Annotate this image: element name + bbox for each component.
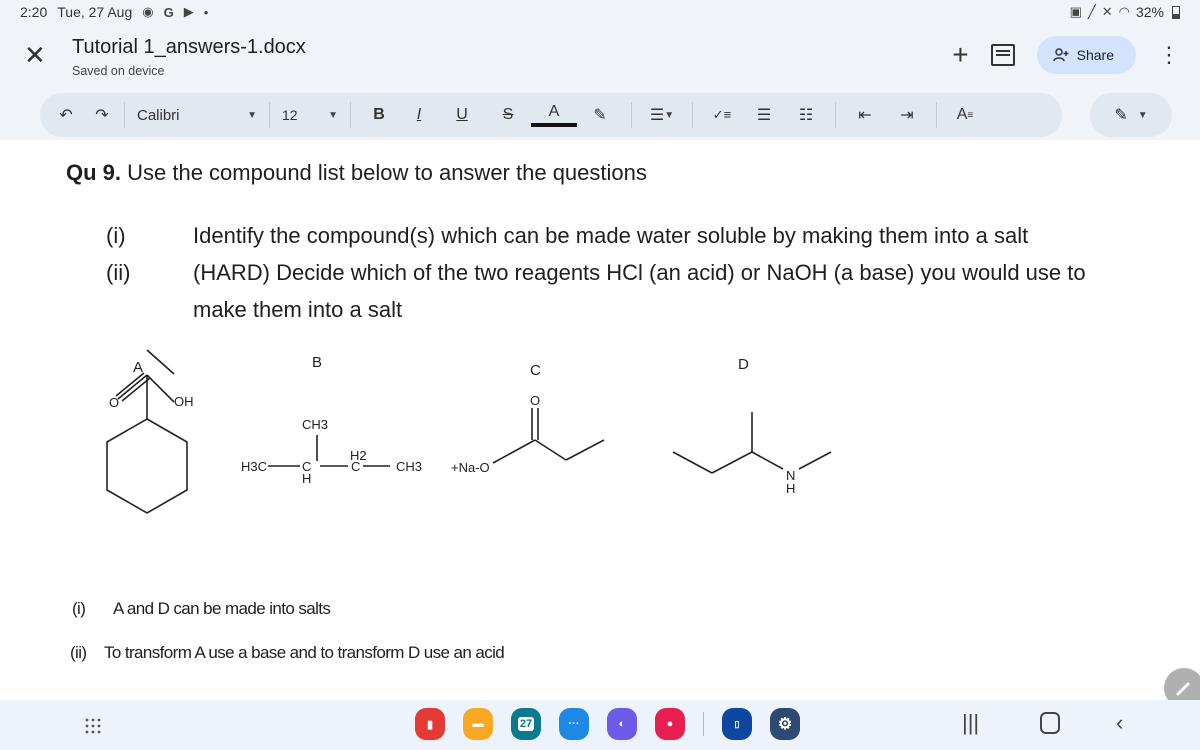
battery-percent: 32% [1135, 4, 1164, 20]
compound-c-structure [492, 408, 605, 464]
divider [631, 102, 632, 128]
navigation-bar: ▮ ▬ 27 ··· ◐ ● ▯ ⚙ ||| ‹ [0, 700, 1200, 750]
increase-indent-icon[interactable]: ⇥ [886, 93, 928, 137]
university-app-icon[interactable]: ▯ [722, 708, 752, 740]
app-bar: ✕ Tutorial 1_answers-1.docx Saved on dev… [0, 26, 1200, 86]
more-options-icon[interactable]: ⋮ [1158, 44, 1180, 66]
settings-app-icon[interactable]: ⚙ [770, 708, 800, 740]
answer-number: (i) [72, 599, 86, 618]
atom-label: H [786, 481, 795, 496]
calendar-app-icon[interactable]: 27 [511, 708, 541, 740]
pencil-icon [1176, 682, 1190, 696]
compound-d-structure [672, 412, 832, 474]
document-page[interactable]: Qu 9. Use the compound list below to ans… [0, 140, 1200, 708]
compound-a-structure [106, 349, 188, 514]
redo-icon[interactable]: ↷ [88, 93, 116, 137]
chevron-down-icon: ▼ [664, 109, 675, 121]
atom-label: +Na-O [451, 460, 490, 475]
atom-label: O [109, 395, 119, 410]
highlight-icon[interactable]: ✎ [577, 93, 623, 137]
atom-label: C [351, 459, 360, 474]
undo-icon[interactable]: ↶ [52, 93, 80, 137]
divider [936, 102, 937, 128]
more-notifications-icon: • [203, 4, 209, 20]
comment-icon[interactable] [990, 44, 1015, 66]
dock-divider [703, 712, 704, 736]
chevron-down-icon: ▼ [1137, 109, 1148, 121]
battery-icon [1172, 5, 1180, 19]
atom-label: H [302, 471, 311, 486]
atom-label: OH [174, 394, 194, 409]
answer-text: A and D can be made into salts [113, 599, 331, 618]
bold-button[interactable]: B [359, 93, 399, 137]
app-drawer-icon[interactable] [84, 717, 102, 740]
text-style-icon: A [956, 106, 968, 123]
share-button[interactable]: Share [1036, 36, 1136, 74]
underline-button[interactable]: U [439, 93, 485, 137]
italic-button[interactable]: I [399, 93, 439, 137]
align-select[interactable]: ☰ ▼ [640, 93, 684, 137]
app-dock: ▮ ▬ 27 ··· ◐ ● ▯ ⚙ [415, 708, 800, 740]
add-person-icon [1052, 48, 1069, 62]
numbered-list-icon[interactable]: ☷ [785, 93, 827, 137]
mute-icon: ✕ [1101, 4, 1113, 19]
formatting-toolbar: ↶ ↷ Calibri ▼ 12 ▼ B I U S A ✎ ☰ ▼ ✓≡ ☰ ☷… [40, 93, 1062, 137]
divider [692, 102, 693, 128]
camera-app-icon[interactable]: ● [655, 708, 685, 740]
files-app-icon[interactable]: ▬ [463, 708, 493, 740]
document-title: Tutorial 1_answers-1.docx [72, 36, 306, 58]
atom-label: CH3 [396, 459, 422, 474]
back-icon[interactable]: ‹ [1116, 710, 1123, 736]
atom-label: H3C [241, 459, 267, 474]
decrease-indent-icon[interactable]: ⇤ [844, 93, 886, 137]
compound-d-label: D [738, 356, 749, 373]
insert-button[interactable]: + [952, 41, 968, 69]
align-left-icon: ☰ [649, 107, 665, 124]
recent-apps-icon[interactable]: ||| [962, 710, 979, 736]
atom-label: O [530, 393, 540, 408]
divider [835, 102, 836, 128]
chevron-down-icon: ▼ [247, 109, 257, 121]
answer-number: (ii) [70, 643, 87, 662]
compound-c-label: C [530, 362, 541, 379]
divider [350, 102, 351, 128]
pen-icon: ✎ [1114, 107, 1128, 124]
divider [124, 102, 125, 128]
atom-label: CH3 [302, 417, 328, 432]
save-status: Saved on device [72, 64, 165, 78]
checklist-icon[interactable]: ✓≡ [701, 93, 743, 137]
answer-text: To transform A use a base and to transfo… [104, 643, 505, 662]
strikethrough-button[interactable]: S [485, 93, 531, 137]
status-time: 2:20 [20, 4, 48, 20]
notes-app-icon[interactable]: ▮ [415, 708, 445, 740]
compound-a-label: A [133, 359, 143, 376]
youtube-icon: ▶ [183, 4, 194, 19]
sim-icon: ▣ [1069, 4, 1082, 19]
text-style-button[interactable]: A ≡ [945, 93, 985, 137]
internet-app-icon[interactable]: ◐ [607, 708, 637, 740]
font-family-select[interactable]: Calibri ▼ [133, 93, 261, 137]
compound-b-label: B [312, 354, 322, 371]
status-date: Tue, 27 Aug [57, 4, 133, 20]
chrome-icon: ◉ [142, 4, 154, 19]
font-size-value: 12 [282, 107, 298, 123]
messages-app-icon[interactable]: ··· [559, 708, 589, 740]
bullet-list-icon[interactable]: ☰ [743, 93, 785, 137]
status-bar: 2:20 Tue, 27 Aug ◉ G ▶ • ▣ ╱ ✕ ◠ 32% [0, 0, 1200, 26]
calendar-day: 27 [517, 717, 535, 731]
font-size-select[interactable]: 12 ▼ [278, 93, 342, 137]
chevron-down-icon: ▼ [328, 109, 338, 121]
pen-status-icon: ╱ [1087, 4, 1096, 19]
share-label: Share [1076, 47, 1114, 63]
text-color-button[interactable]: A [531, 101, 577, 127]
close-button[interactable]: ✕ [24, 42, 46, 68]
font-name: Calibri [137, 106, 180, 124]
google-icon: G [163, 4, 174, 20]
compound-structures: A O OH B CH3 H3C C H H2 C CH3 C O +Na-O … [106, 349, 832, 514]
home-icon[interactable] [1040, 712, 1060, 734]
wifi-icon: ◠ [1118, 4, 1130, 19]
compound-b-structure [268, 435, 390, 467]
pen-mode-button[interactable]: ✎ ▼ [1090, 93, 1172, 137]
divider [269, 102, 270, 128]
